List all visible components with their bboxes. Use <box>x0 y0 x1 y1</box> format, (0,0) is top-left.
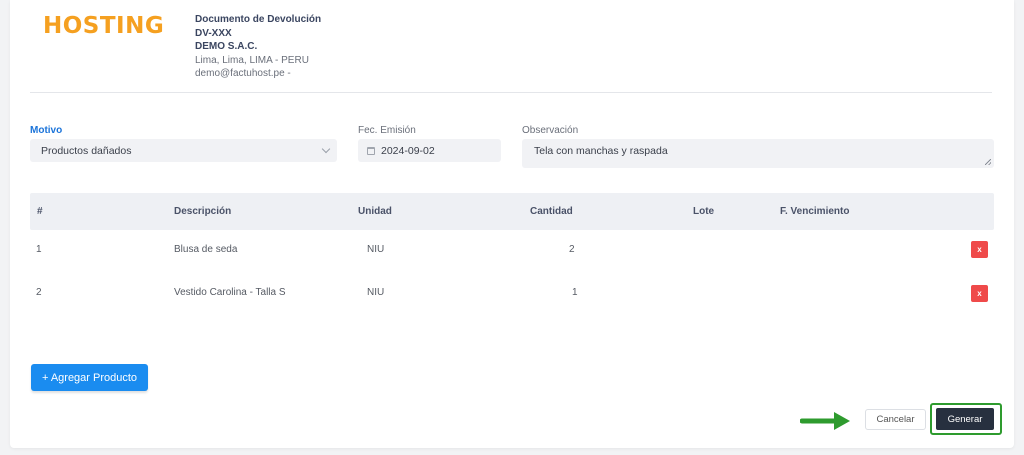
document-number: DV-XXX <box>195 27 232 39</box>
company-logo: HOSTING <box>43 13 165 39</box>
col-expiry: F. Vencimiento <box>780 206 850 217</box>
row-number: 2 <box>36 287 42 298</box>
observacion-textarea[interactable]: Tela con manchas y raspada <box>522 139 994 168</box>
observacion-value: Tela con manchas y raspada <box>534 145 668 157</box>
table-header: # Descripción Unidad Cantidad Lote F. Ve… <box>30 193 994 230</box>
table-row: 2 Vestido Carolina - Talla S NIU 1 x <box>30 273 994 313</box>
header-divider <box>30 92 992 93</box>
row-unit: NIU <box>367 244 385 255</box>
generate-button[interactable]: Generar <box>936 408 994 430</box>
document-title: Documento de Devolución <box>195 14 322 25</box>
fecha-value: 2024-09-02 <box>381 144 435 157</box>
motivo-label: Motivo <box>30 125 63 136</box>
company-name: DEMO S.A.C. <box>195 41 258 52</box>
row-number: 1 <box>36 244 42 255</box>
return-document-card: HOSTING Documento de Devolución DV-XXX D… <box>10 0 1014 448</box>
delete-row-button[interactable]: x <box>971 241 988 258</box>
fecha-input[interactable]: 2024-09-02 <box>358 139 501 162</box>
motivo-value: Productos dañados <box>41 144 132 157</box>
calendar-icon <box>367 146 375 155</box>
motivo-select[interactable]: Productos dañados <box>30 139 337 162</box>
company-email: demo@factuhost.pe - <box>195 68 291 79</box>
delete-row-button[interactable]: x <box>971 285 988 302</box>
col-number: # <box>37 206 43 217</box>
observacion-label: Observación <box>522 125 579 136</box>
col-unit: Unidad <box>358 206 392 217</box>
row-unit: NIU <box>367 287 385 298</box>
green-arrow-icon <box>800 412 850 430</box>
row-description: Blusa de seda <box>174 244 238 255</box>
company-address: Lima, Lima, LIMA - PERU <box>195 54 309 66</box>
resize-handle-icon[interactable] <box>985 159 991 165</box>
col-lot: Lote <box>693 206 715 217</box>
col-quantity: Cantidad <box>530 206 573 217</box>
cancel-button[interactable]: Cancelar <box>865 409 926 430</box>
chevron-down-icon <box>321 144 331 153</box>
row-quantity: 2 <box>569 244 575 255</box>
table-row: 1 Blusa de seda NIU 2 x <box>30 230 994 270</box>
col-description: Descripción <box>174 206 232 217</box>
row-description: Vestido Carolina - Talla S <box>174 287 286 298</box>
company-info: Documento de Devolución DV-XXX DEMO S.A.… <box>195 13 321 81</box>
row-quantity: 1 <box>572 287 578 298</box>
add-product-button[interactable]: + Agregar Producto <box>31 364 148 391</box>
fecha-label: Fec. Emisión <box>358 125 416 136</box>
